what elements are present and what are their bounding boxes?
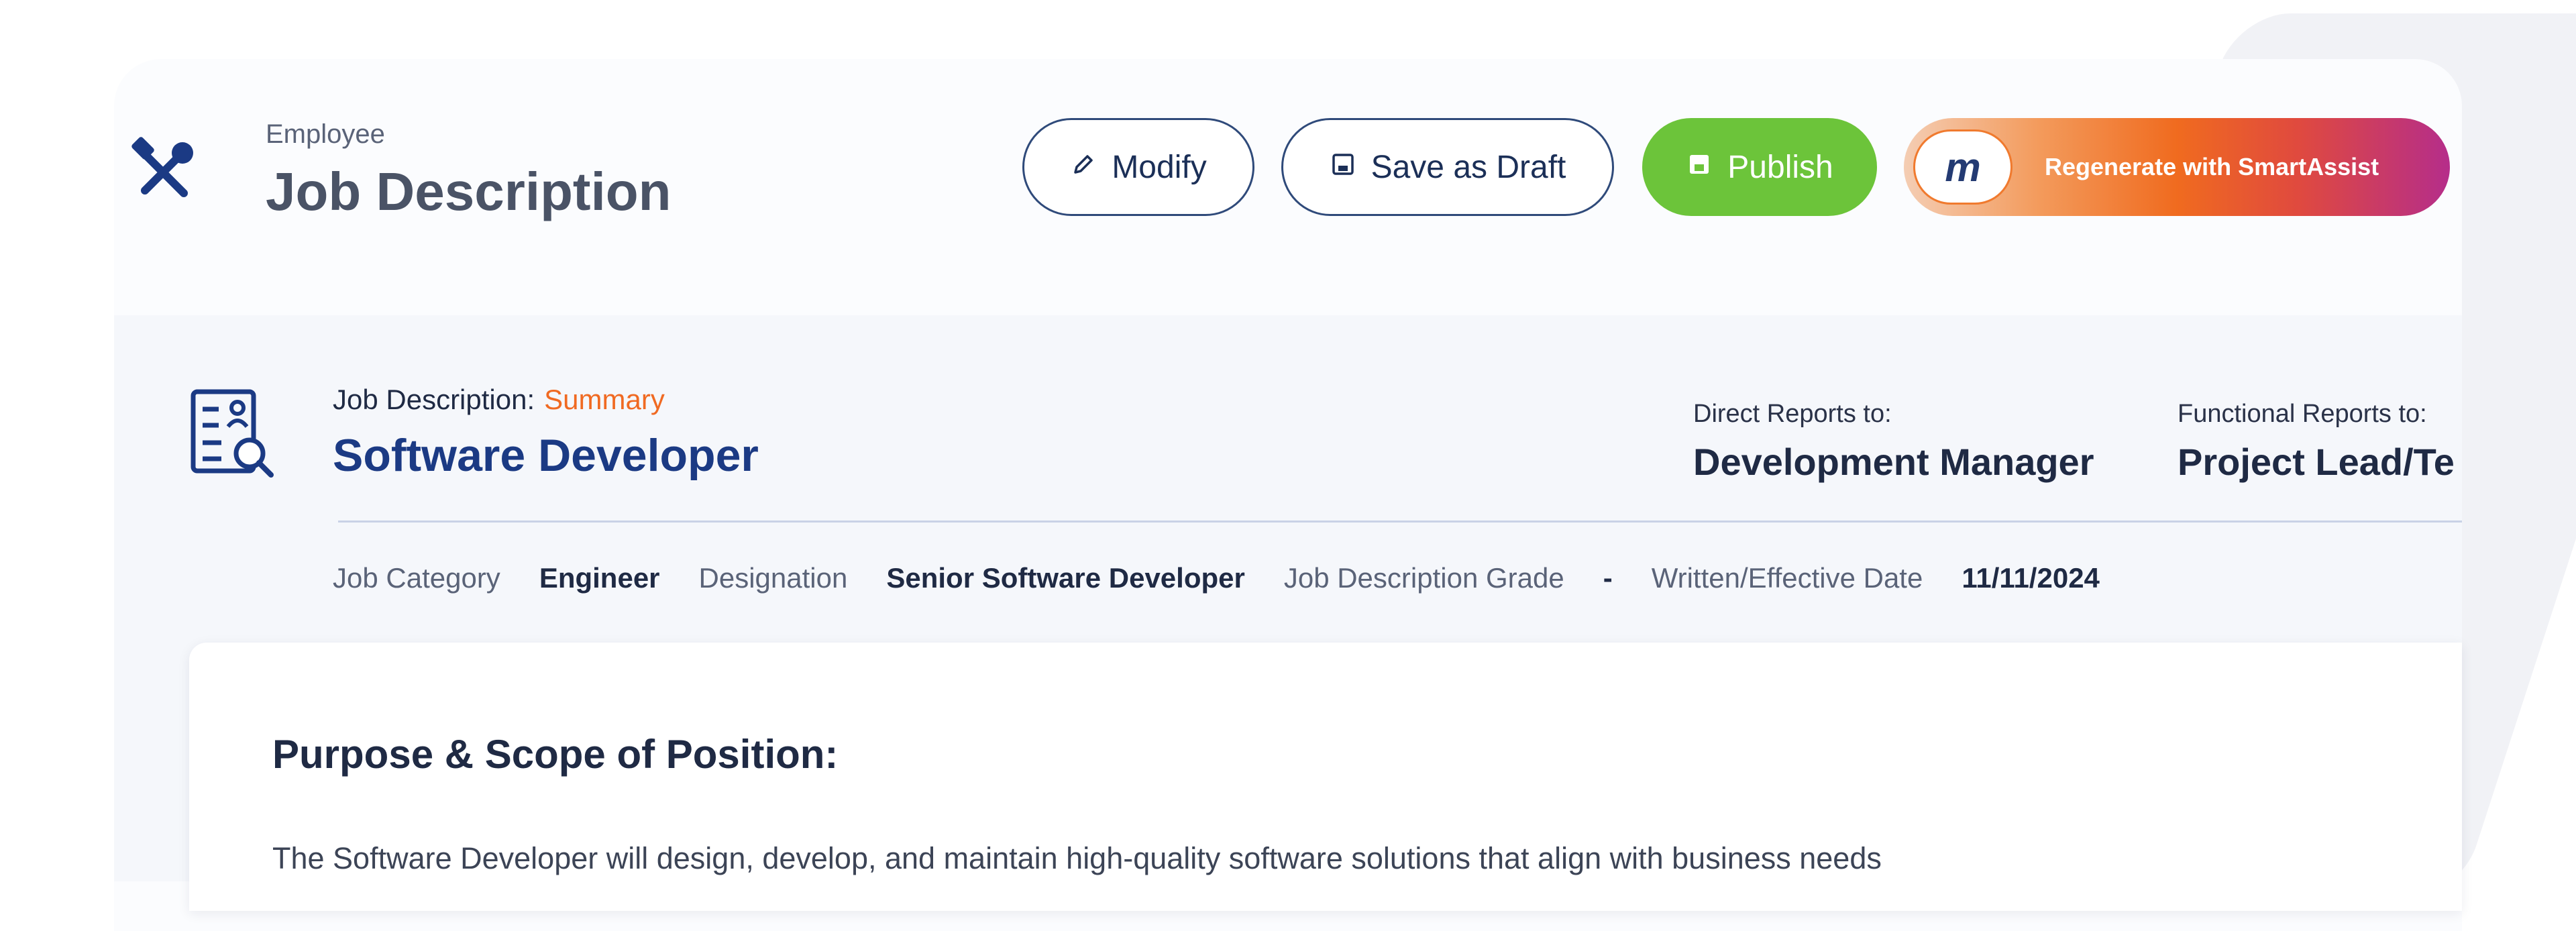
jd-summary-label: Job Description: Summary — [333, 384, 665, 416]
jd-label-text: Job Description: — [333, 384, 535, 415]
save-draft-button[interactable]: Save as Draft — [1281, 118, 1614, 216]
smartassist-logo-icon: m — [1913, 129, 2012, 205]
page-eyebrow: Employee — [266, 119, 385, 149]
smartassist-label: Regenerate with SmartAssist — [2045, 153, 2379, 180]
functional-reports-value: Project Lead/Te — [2178, 441, 2455, 483]
regenerate-smartassist-button[interactable]: m Regenerate with SmartAssist — [1904, 118, 2450, 216]
date-label: Written/Effective Date — [1651, 562, 1923, 594]
page-title: Job Description — [266, 162, 672, 221]
summary-divider — [338, 521, 2462, 523]
smartassist-logo-text: m — [1945, 144, 1981, 190]
designation-label: Designation — [698, 562, 848, 594]
purpose-scope-heading: Purpose & Scope of Position: — [272, 732, 839, 777]
job-search-icon — [188, 388, 279, 479]
date-value: 11/11/2024 — [1962, 562, 2100, 594]
job-title: Software Developer — [333, 430, 759, 481]
publish-label: Publish — [1727, 149, 1833, 185]
summary-accent: Summary — [544, 384, 665, 415]
publish-icon — [1686, 149, 1713, 186]
modify-label: Modify — [1112, 149, 1207, 185]
job-meta-row: Job Category Engineer Designation Senior… — [333, 562, 2139, 594]
modify-button[interactable]: Modify — [1022, 118, 1254, 216]
direct-reports-value: Development Manager — [1693, 441, 2094, 483]
direct-reports-label: Direct Reports to: — [1693, 400, 1892, 428]
save-icon — [1330, 149, 1356, 186]
grade-label: Job Description Grade — [1283, 562, 1564, 594]
pencil-icon — [1070, 149, 1097, 186]
save-draft-label: Save as Draft — [1371, 149, 1566, 185]
job-category-label: Job Category — [333, 562, 500, 594]
tools-icon — [126, 134, 200, 208]
purpose-scope-text: The Software Developer will design, deve… — [272, 841, 1882, 875]
grade-value: - — [1603, 562, 1613, 594]
job-category-value: Engineer — [539, 562, 660, 594]
publish-button[interactable]: Publish — [1642, 118, 1877, 216]
designation-value: Senior Software Developer — [886, 562, 1245, 594]
functional-reports-label: Functional Reports to: — [2178, 400, 2427, 428]
